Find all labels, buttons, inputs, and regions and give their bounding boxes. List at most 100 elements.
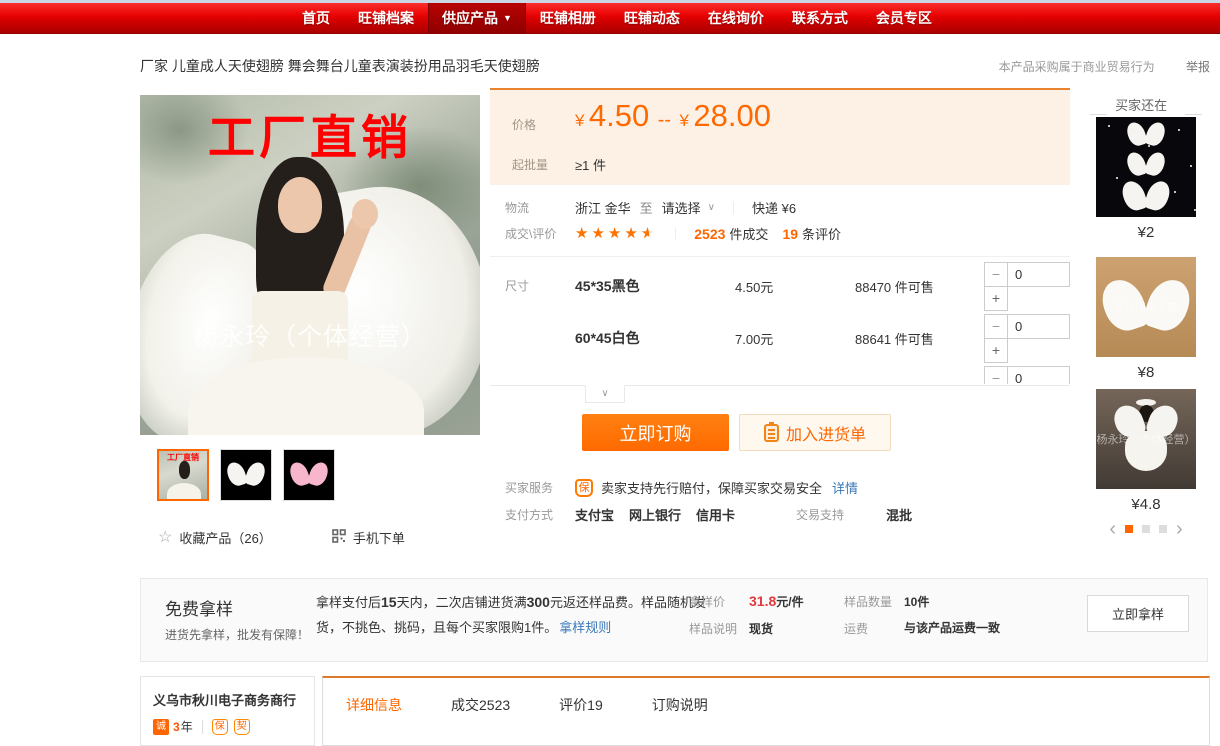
mobile-order-label: 手机下单 bbox=[353, 528, 405, 547]
minus-button[interactable]: − bbox=[984, 366, 1008, 384]
sku-name: 60*45白色 bbox=[575, 314, 735, 348]
contract-badge-icon: 契 bbox=[234, 719, 250, 735]
trade-notice: 本产品采购属于商业贸易行为 bbox=[999, 60, 1155, 74]
report-link[interactable]: 举报 bbox=[1186, 60, 1210, 74]
plus-button[interactable]: + bbox=[984, 338, 1008, 363]
desc-bold: 15 bbox=[381, 594, 397, 610]
image-watermark: 市秋川电子商 bbox=[1096, 299, 1196, 315]
sku-name: 45*35黑色 bbox=[575, 262, 735, 296]
add-to-purchase-list-button[interactable]: 加入进货单 bbox=[739, 414, 891, 451]
wings-shape bbox=[1128, 122, 1164, 148]
tab-deals[interactable]: 成交2523 bbox=[451, 695, 510, 715]
get-sample-button[interactable]: 立即拿样 bbox=[1087, 595, 1189, 632]
logistics-origin: 浙江 金华 bbox=[575, 198, 631, 217]
quantity-input[interactable] bbox=[1008, 366, 1070, 384]
payment-credit-card[interactable]: 信用卡 bbox=[696, 505, 735, 524]
mobile-order-button[interactable]: 手机下单 bbox=[332, 528, 405, 547]
quantity-stepper: − + bbox=[984, 314, 1070, 364]
service-detail-link[interactable]: 详情 bbox=[832, 478, 858, 497]
sku-stock: 88470 件可售 bbox=[855, 262, 984, 296]
payment-alipay[interactable]: 支付宝 bbox=[575, 505, 614, 524]
pager-dot-2[interactable] bbox=[1142, 525, 1150, 533]
minus-button[interactable]: − bbox=[984, 314, 1008, 339]
related-product-3[interactable]: 杨永玲（个体经营） ¥4.8 bbox=[1082, 389, 1210, 513]
price-range: ¥ 4.50 -- ¥ 28.00 bbox=[575, 98, 771, 134]
pager-next-icon[interactable]: › bbox=[1176, 519, 1183, 539]
quantity-input[interactable] bbox=[1008, 262, 1070, 287]
nav-item-products[interactable]: 供应产品▼ bbox=[428, 3, 526, 33]
pager-prev-icon[interactable]: ‹ bbox=[1109, 519, 1116, 539]
minus-button[interactable]: − bbox=[984, 262, 1008, 287]
wings-shape bbox=[1128, 152, 1164, 178]
sample-rule-link[interactable]: 拿样规则 bbox=[559, 620, 611, 635]
sku-row: 60*45白色 7.00元 88641 件可售 − + bbox=[575, 314, 1070, 366]
deal-count[interactable]: 2523 bbox=[694, 226, 725, 242]
nav-item-inquiry[interactable]: 在线询价 bbox=[694, 3, 778, 33]
pager-dot-3[interactable] bbox=[1159, 525, 1167, 533]
express-fee: 快递 ¥6 bbox=[752, 198, 796, 217]
star-outline-icon[interactable]: ☆ bbox=[158, 527, 172, 547]
shop-nav-bar: 首页 旺铺档案 供应产品▼ 旺铺相册 旺铺动态 在线询价 联系方式 会员专区 bbox=[0, 3, 1220, 34]
purchase-list-icon bbox=[764, 424, 779, 442]
moq-label: 起批量 bbox=[512, 156, 548, 173]
thumb-model-dress bbox=[167, 483, 201, 501]
store-name[interactable]: 义乌市秋川电子商务商行 bbox=[153, 690, 314, 709]
payment-row: 支付方式 支付宝 网上银行 信用卡 交易支持 混批 bbox=[490, 505, 1070, 524]
thumbnail-white-wings[interactable] bbox=[220, 449, 272, 501]
related-product-2[interactable]: 市秋川电子商 ¥8 bbox=[1082, 257, 1210, 381]
favorite-product-button[interactable]: 收藏产品（26） bbox=[179, 528, 271, 547]
sku-stock bbox=[855, 366, 984, 381]
logistics-to-label: 至 bbox=[640, 198, 653, 217]
payment-online-bank[interactable]: 网上银行 bbox=[629, 505, 681, 524]
tab-detail-info[interactable]: 详细信息 bbox=[346, 695, 402, 715]
image-watermark: 杨永玲（个体经营） bbox=[1096, 431, 1196, 447]
badge-divider bbox=[202, 720, 203, 734]
nav-item-member[interactable]: 会员专区 bbox=[862, 3, 946, 33]
free-sample-title: 免费拿样 bbox=[165, 595, 233, 620]
stars-fill: ★★★★★ bbox=[575, 226, 649, 241]
title-right: 本产品采购属于商业贸易行为 举报 bbox=[999, 58, 1210, 75]
desc-bold: 300 bbox=[527, 594, 550, 610]
thumbnail-model[interactable]: 工厂直销 bbox=[157, 449, 209, 501]
member-years-number: 3 bbox=[173, 720, 180, 734]
currency-symbol: ¥ bbox=[680, 111, 689, 130]
related-product-1[interactable]: ¥2 bbox=[1082, 117, 1210, 241]
expand-sku-button[interactable]: ∨ bbox=[585, 385, 625, 403]
title-row: 厂家 儿童成人天使翅膀 舞会舞台儿童表演装扮用品羽毛天使翅膀 本产品采购属于商业… bbox=[140, 56, 1210, 76]
tab-reviews[interactable]: 评价19 bbox=[559, 695, 603, 715]
sample-price-value: 31.8 bbox=[749, 593, 776, 609]
order-now-button[interactable]: 立即订购 bbox=[582, 414, 729, 451]
review-count[interactable]: 19 bbox=[782, 226, 798, 242]
price-panel: 价格 ¥ 4.50 -- ¥ 28.00 起批量 ≥1 件 bbox=[490, 88, 1070, 185]
action-buttons: 立即订购 加入进货单 bbox=[582, 414, 891, 451]
nav-item-album[interactable]: 旺铺相册 bbox=[526, 3, 610, 33]
quantity-stepper: − + bbox=[984, 366, 1070, 384]
sample-desc-value: 现货 bbox=[749, 620, 773, 637]
price-low: 4.50 bbox=[589, 98, 649, 133]
sample-qty-value: 10件 bbox=[904, 593, 929, 610]
related-product-3-image: 杨永玲（个体经营） bbox=[1096, 389, 1196, 489]
seller-watermark: 杨永玲（个体经营） bbox=[140, 317, 480, 353]
nav-item-contact[interactable]: 联系方式 bbox=[778, 3, 862, 33]
deal-suffix: 件成交 bbox=[729, 224, 768, 243]
nav-item-home[interactable]: 首页 bbox=[288, 3, 344, 33]
quantity-input[interactable] bbox=[1008, 314, 1070, 339]
trade-support-value: 混批 bbox=[886, 505, 912, 524]
sample-price-col: 拿样价 31.8元/件 样品说明 现货 bbox=[689, 593, 804, 647]
destination-select[interactable]: 请选择 bbox=[662, 198, 701, 217]
buyer-service-row: 买家服务 保 卖家支持先行赔付，保障买家交易安全 详情 bbox=[490, 478, 1070, 497]
nav-item-news[interactable]: 旺铺动态 bbox=[610, 3, 694, 33]
select-caret-icon[interactable]: ∨ bbox=[708, 202, 715, 213]
related-product-price: ¥4.8 bbox=[1082, 496, 1210, 513]
free-sample-banner: 免费拿样 进货先拿样，批发有保障！ 拿样支付后15天内，二次店铺进货满300元返… bbox=[140, 578, 1208, 662]
nav-item-archive[interactable]: 旺铺档案 bbox=[344, 3, 428, 33]
price-high: 28.00 bbox=[693, 98, 771, 133]
pager-dot-1[interactable] bbox=[1125, 525, 1133, 533]
thumbnail-pink-wings[interactable] bbox=[283, 449, 335, 501]
deal-rating-label: 成交\评价 bbox=[490, 225, 575, 242]
sku-row: − + bbox=[575, 366, 1070, 384]
logistics-row: 物流 浙江 金华 至 请选择 ∨ ｜ 快递 ¥6 bbox=[490, 198, 1070, 217]
tab-order-notes[interactable]: 订购说明 bbox=[652, 695, 708, 715]
main-product-image: 工厂直销 杨永玲（个体经营） bbox=[140, 95, 480, 435]
plus-button[interactable]: + bbox=[984, 286, 1008, 311]
